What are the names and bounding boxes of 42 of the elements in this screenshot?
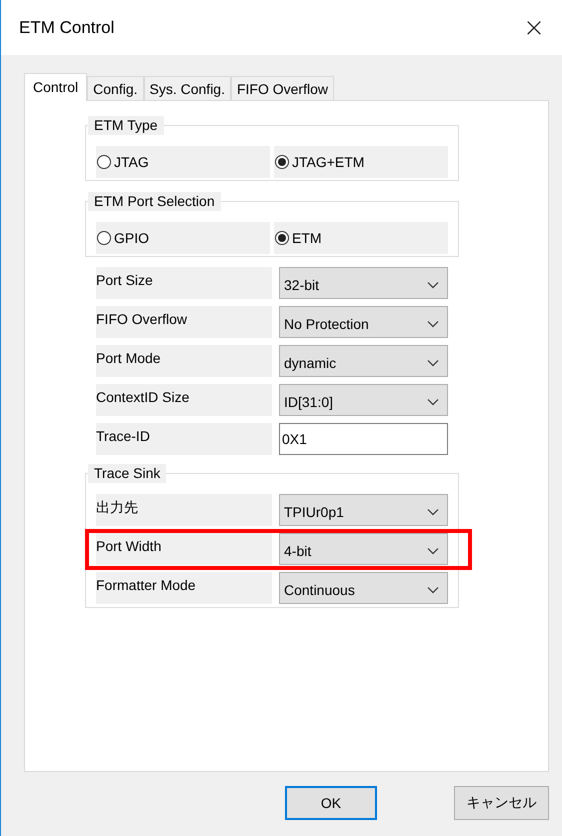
field-label: Port Mode [96,345,272,377]
field-label: FIFO Overflow [96,306,272,338]
caret-icon [427,398,439,406]
group-title: ETM Type [88,116,164,135]
tab[interactable]: Sys. Config. [144,76,231,100]
dialog-button[interactable]: キャンセル [454,786,549,820]
field-label: Port Size [96,267,272,299]
radio-option[interactable]: ETM [274,222,448,254]
caret-icon [427,358,439,366]
caret-icon [427,508,439,516]
field-label: Trace-ID [96,423,272,455]
tab[interactable]: Control [24,73,88,101]
dropdown[interactable]: 32-bit [279,267,448,299]
radio-button[interactable] [275,231,289,245]
input-field[interactable]: 0X1 [279,423,448,455]
radio-button[interactable] [97,231,111,245]
dropdown[interactable]: No Protection [279,306,448,338]
group-title: Trace Sink [88,464,166,483]
caret-icon [427,586,439,594]
dropdown[interactable]: TPIUr0p1 [279,494,448,526]
field-label: Formatter Mode [96,572,272,604]
window-title: ETM Control [19,18,114,38]
radio-button[interactable] [275,155,289,169]
field-label: Port Width [96,533,272,565]
radio-option[interactable]: JTAG+ETM [274,146,448,178]
caret-icon [427,546,439,554]
dropdown[interactable]: 4-bit [279,533,448,565]
tab[interactable]: Config. [87,76,144,100]
dropdown[interactable]: Continuous [279,572,448,604]
radio-option[interactable]: JTAG [96,146,270,178]
group-title: ETM Port Selection [88,192,221,211]
radio-button[interactable] [97,155,111,169]
radio-option[interactable]: GPIO [96,222,270,254]
field-label: ContextID Size [96,384,272,416]
dropdown[interactable]: dynamic [279,345,448,377]
dropdown[interactable]: ID[31:0] [279,384,448,416]
dialog-button[interactable]: OK [285,786,377,820]
caret-icon [427,320,439,328]
caret-icon [427,280,439,288]
tab[interactable]: FIFO Overflow [230,76,334,100]
close-button[interactable]: × [510,8,558,48]
field-label: 出力先 [96,494,272,526]
